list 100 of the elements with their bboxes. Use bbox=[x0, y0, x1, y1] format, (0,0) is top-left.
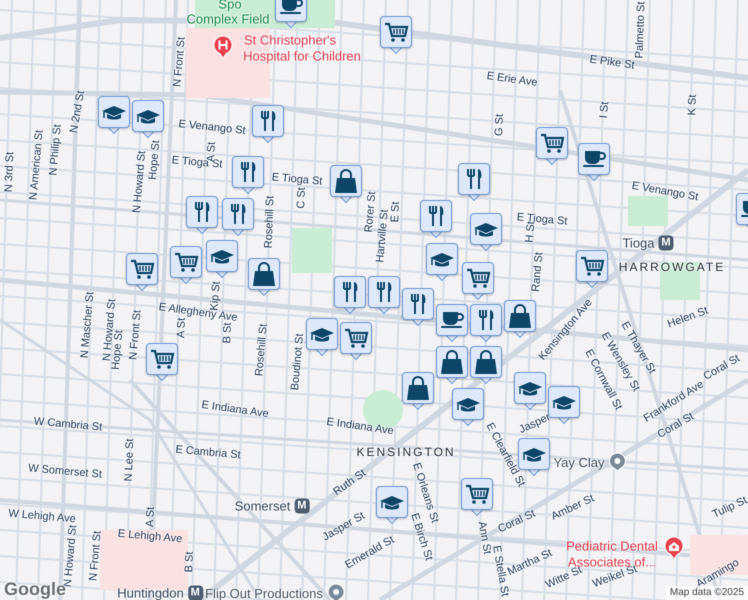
medical-marker-icon[interactable] bbox=[664, 536, 684, 560]
street-label: Coral St bbox=[496, 508, 538, 536]
street-label: E Lehigh Ave bbox=[117, 528, 183, 546]
map-pin[interactable] bbox=[98, 96, 130, 136]
street-label: N American St bbox=[28, 130, 46, 200]
place-label: Pediatric Dental bbox=[566, 540, 658, 552]
map-pin[interactable] bbox=[368, 276, 400, 316]
map-pin[interactable] bbox=[402, 288, 434, 328]
map-logo[interactable]: Google bbox=[4, 580, 66, 598]
map-pin[interactable] bbox=[340, 322, 372, 362]
map-pin[interactable] bbox=[206, 240, 238, 280]
map-pin[interactable] bbox=[578, 143, 610, 183]
map-pin[interactable] bbox=[452, 388, 484, 428]
shopping-cart-icon bbox=[580, 256, 604, 276]
map-pin[interactable] bbox=[330, 165, 362, 205]
graduation-cap-icon bbox=[136, 108, 160, 124]
map-pin[interactable] bbox=[576, 250, 608, 290]
fork-knife-icon bbox=[230, 203, 246, 225]
map-pin[interactable] bbox=[146, 343, 178, 383]
place-label: Hospital for Children bbox=[243, 50, 361, 62]
coffee-cup-icon bbox=[279, 0, 303, 15]
map-pin[interactable] bbox=[306, 318, 338, 358]
street-label: Coral St bbox=[702, 353, 742, 383]
map-pin[interactable] bbox=[504, 300, 536, 340]
map-pin[interactable] bbox=[380, 16, 412, 56]
map-pin[interactable] bbox=[458, 163, 490, 203]
street-label: N Front St bbox=[172, 36, 188, 88]
map-pin[interactable] bbox=[420, 200, 452, 240]
street-label: N Philip St bbox=[48, 124, 64, 176]
fork-knife-icon bbox=[376, 281, 392, 303]
metro-badge: M bbox=[188, 586, 203, 600]
map-pin[interactable] bbox=[470, 346, 502, 386]
fork-knife-icon bbox=[260, 110, 276, 132]
station-label: Tioga bbox=[622, 236, 655, 250]
street-label: E Cambria St bbox=[174, 444, 242, 462]
street-label: E Tioga St bbox=[271, 172, 323, 188]
map-pin[interactable] bbox=[132, 100, 164, 140]
station-label: Somerset bbox=[234, 500, 290, 512]
map-pin[interactable] bbox=[548, 386, 580, 426]
district-label: HARROWGATE bbox=[618, 261, 726, 273]
map-pin[interactable] bbox=[275, 0, 307, 30]
map-pin[interactable] bbox=[462, 262, 494, 302]
map-pin[interactable] bbox=[334, 276, 366, 316]
street-label: Palmetto St bbox=[634, 1, 648, 59]
place-label: Yay Clay bbox=[553, 456, 605, 468]
map-pin[interactable] bbox=[376, 486, 408, 526]
street-label: N 2nd St bbox=[68, 90, 88, 134]
street-label: N Front St bbox=[88, 530, 104, 582]
street-label: E Erie Ave bbox=[486, 71, 538, 89]
park-area bbox=[292, 228, 332, 273]
map-pin[interactable] bbox=[232, 156, 264, 196]
street-label: W Cambria St bbox=[33, 416, 103, 434]
graduation-cap-icon bbox=[456, 396, 480, 412]
shopping-bag-icon bbox=[406, 375, 430, 401]
place-marker-icon[interactable] bbox=[326, 583, 345, 600]
shopping-bag-icon bbox=[440, 349, 464, 375]
shopping-bag-icon bbox=[334, 168, 358, 194]
place-label: St Christopher's bbox=[244, 34, 336, 46]
map-pin[interactable] bbox=[436, 346, 468, 386]
shopping-cart-icon bbox=[174, 252, 198, 272]
map-pin[interactable] bbox=[514, 372, 546, 412]
street-label: N Mascher St bbox=[80, 291, 96, 359]
street-label: Martha St bbox=[506, 548, 554, 578]
map-pin[interactable] bbox=[186, 196, 218, 236]
map-pin[interactable] bbox=[461, 478, 493, 518]
graduation-cap-icon bbox=[310, 326, 334, 342]
street-label: G St bbox=[494, 114, 506, 136]
street-label: E Indiana Ave bbox=[326, 416, 394, 438]
map-pin[interactable] bbox=[248, 258, 280, 298]
map-pin[interactable] bbox=[470, 213, 502, 253]
street-label: N Lee St bbox=[124, 438, 136, 482]
street-label: K St bbox=[687, 94, 699, 116]
fork-knife-icon bbox=[478, 309, 494, 331]
fork-knife-icon bbox=[240, 161, 256, 183]
metro-badge: M bbox=[658, 236, 674, 250]
map-pin[interactable] bbox=[470, 304, 502, 344]
district-label: KENSINGTON bbox=[356, 446, 456, 458]
map-pin[interactable] bbox=[426, 243, 458, 283]
map-pin[interactable] bbox=[536, 127, 568, 167]
shopping-cart-icon bbox=[344, 328, 368, 348]
shopping-cart-icon bbox=[465, 484, 489, 504]
medical-marker-icon[interactable] bbox=[213, 35, 233, 59]
fork-knife-icon bbox=[466, 168, 482, 190]
place-marker-icon[interactable] bbox=[608, 452, 627, 472]
street-label: W Lehigh Ave bbox=[8, 508, 76, 526]
street-label: Hope St bbox=[148, 140, 162, 180]
map-pin[interactable] bbox=[222, 198, 254, 238]
street-label: Rosehill St bbox=[264, 196, 276, 248]
map-pin[interactable] bbox=[402, 372, 434, 412]
shopping-bag-icon bbox=[252, 261, 276, 287]
map-pin[interactable] bbox=[170, 246, 202, 286]
map-pin[interactable] bbox=[126, 253, 158, 293]
coffee-cup-icon bbox=[440, 311, 464, 329]
street-label: E Indiana Ave bbox=[200, 400, 270, 420]
fork-knife-icon bbox=[428, 205, 444, 227]
map-pin[interactable] bbox=[436, 304, 468, 344]
coffee-cup-icon bbox=[582, 150, 606, 168]
map-pin[interactable] bbox=[252, 105, 284, 145]
shopping-cart-icon bbox=[384, 22, 408, 42]
graduation-cap-icon bbox=[522, 446, 546, 462]
